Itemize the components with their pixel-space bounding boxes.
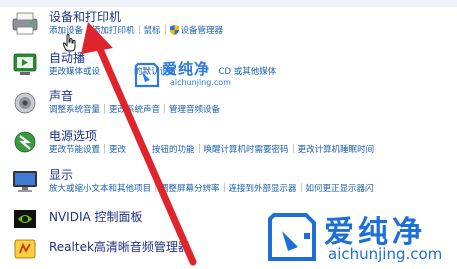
nvidia-icon (10, 208, 40, 236)
link-separator (164, 25, 166, 34)
realtek-icon (10, 238, 40, 266)
speaker-icon (10, 89, 40, 117)
mouse-link[interactable]: 鼠标 (144, 26, 161, 36)
change-power-button-link-prefix[interactable]: 更改 (109, 145, 126, 155)
adjust-volume-link[interactable]: 调整系统音量 (49, 105, 100, 115)
change-sleep-time-link[interactable]: 更改计算机睡眠时间 (298, 145, 375, 155)
display-icon (10, 168, 40, 196)
window-top-strip (0, 0, 457, 7)
link-separator (292, 144, 294, 153)
power-options-icon (10, 129, 40, 157)
text-size-link[interactable]: 放大或缩小文本和其他项目 (49, 184, 151, 194)
watermark-large: 爱纯净 aichunjing.com (260, 205, 457, 269)
add-printer-link[interactable]: 添加打印机 (92, 26, 135, 36)
watermark-small: 爱纯净 aichunjing.com (130, 58, 240, 103)
link-separator (164, 104, 166, 113)
watermark-small-url: aichunjing.com (170, 78, 231, 87)
hand-cursor-icon (62, 34, 77, 55)
change-system-sounds-link[interactable]: 更改系统声音 (109, 105, 160, 115)
link-separator (155, 183, 157, 192)
watermark-small-brand: 爱纯净 (162, 60, 211, 78)
manage-audio-devices-link[interactable]: 管理音频设备 (169, 105, 220, 115)
change-media-defaults-link[interactable]: 更改媒体或设 (49, 67, 100, 77)
autoplay-icon (10, 51, 40, 79)
power-button-function-link[interactable]: 按钮的功能 (152, 145, 195, 155)
link-separator (104, 104, 106, 113)
link-separator (198, 144, 200, 153)
display-links: 放大或缩小文本和其他项目 调整屏幕分辨率 连接到外部显示器 如何更正显示器闪 (49, 183, 374, 195)
screen-resolution-link[interactable]: 调整屏幕分辨率 (160, 184, 220, 194)
nvidia-control-panel-title[interactable]: NVIDIA 控制面板 (49, 210, 143, 225)
external-display-link[interactable]: 连接到外部显示器 (229, 184, 297, 194)
link-separator (87, 25, 89, 34)
device-manager-link[interactable]: 设备管理器 (181, 26, 224, 36)
link-separator (104, 144, 106, 153)
shield-icon (169, 25, 179, 35)
watermark-url: aichunjing.com (328, 245, 443, 263)
change-power-saving-link[interactable]: 更改节能设置 (49, 145, 100, 155)
sound-title[interactable]: 声音 (49, 89, 73, 104)
devices-and-printers-title[interactable]: 设备和打印机 (49, 10, 121, 25)
monitor-flicker-link[interactable]: 如何更正显示器闪 (306, 184, 374, 194)
link-separator (300, 183, 302, 192)
watermark-small-logo-icon (134, 62, 160, 88)
watermark-logo-icon (268, 213, 316, 261)
printer-icon (10, 10, 40, 38)
power-links: 更改节能设置 更改 按钮的功能 唤醒计算机时需要密码 更改计算机睡眠时间 (49, 144, 374, 156)
realtek-audio-manager-title[interactable]: Realtek高清晰音频管理器 (49, 240, 190, 255)
display-title[interactable]: 显示 (49, 168, 73, 183)
power-options-title[interactable]: 电源选项 (49, 129, 97, 144)
link-separator (138, 25, 140, 34)
link-separator (223, 183, 225, 192)
require-password-link[interactable]: 唤醒计算机时需要密码 (204, 145, 289, 155)
sound-links: 调整系统音量 更改系统声音 管理音频设备 (49, 104, 220, 116)
